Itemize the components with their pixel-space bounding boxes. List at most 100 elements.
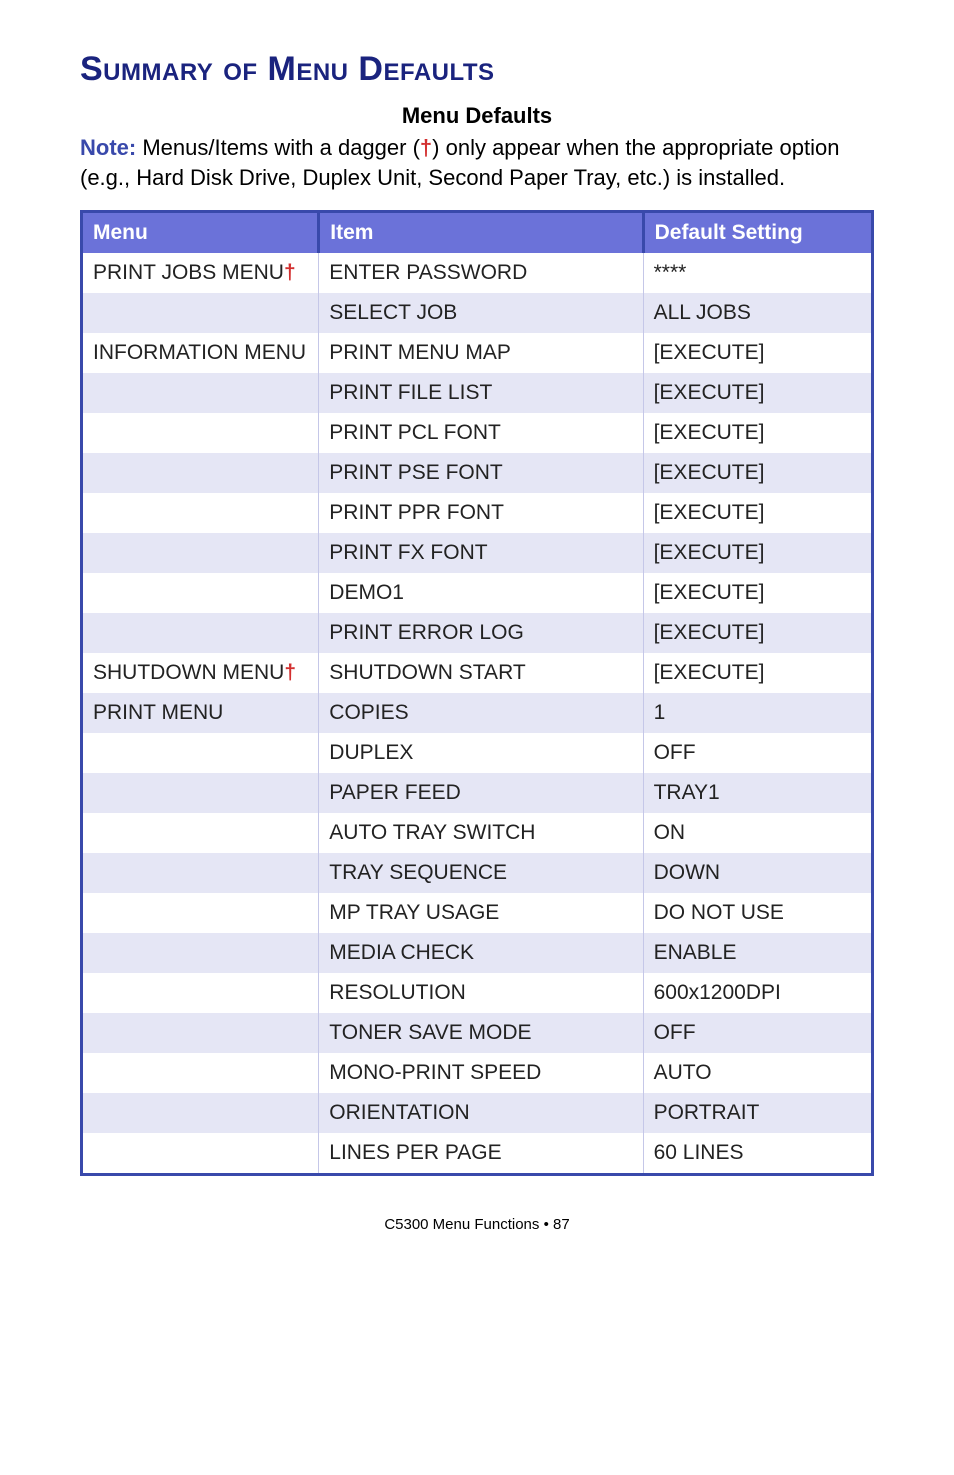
cell-default: [EXECUTE] <box>643 573 872 613</box>
cell-menu-text: PRINT MENU <box>93 701 223 724</box>
cell-default: ON <box>643 813 872 853</box>
page-footer: C5300 Menu Functions • 87 <box>80 1216 874 1233</box>
cell-default: AUTO <box>643 1053 872 1093</box>
cell-menu <box>82 973 319 1013</box>
cell-menu <box>82 853 319 893</box>
cell-menu <box>82 1013 319 1053</box>
table-caption: Menu Defaults <box>80 103 874 129</box>
cell-item: AUTO TRAY SWITCH <box>319 813 643 853</box>
cell-default: 1 <box>643 693 872 733</box>
cell-menu <box>82 573 319 613</box>
cell-default: 60 LINES <box>643 1133 872 1175</box>
cell-menu-text: SHUTDOWN MENU <box>93 661 284 684</box>
col-header-item: Item <box>319 212 643 254</box>
cell-item: COPIES <box>319 693 643 733</box>
cell-default: DO NOT USE <box>643 893 872 933</box>
cell-default: OFF <box>643 1013 872 1053</box>
table-row: PRINT ERROR LOG[EXECUTE] <box>82 613 873 653</box>
table-row: SELECT JOBALL JOBS <box>82 293 873 333</box>
table-row: RESOLUTION600x1200DPI <box>82 973 873 1013</box>
dagger-icon: † <box>420 135 432 160</box>
cell-default: ENABLE <box>643 933 872 973</box>
cell-item: MONO-PRINT SPEED <box>319 1053 643 1093</box>
cell-item: ORIENTATION <box>319 1093 643 1133</box>
table-row: INFORMATION MENU PRINT MENU MAP[EXECUTE] <box>82 333 873 373</box>
cell-menu <box>82 373 319 413</box>
cell-menu-text: PRINT JOBS MENU <box>93 261 284 284</box>
note-label: Note: <box>80 135 136 160</box>
cell-item: PRINT ERROR LOG <box>319 613 643 653</box>
cell-default: ALL JOBS <box>643 293 872 333</box>
table-row: PRINT JOBS MENU†ENTER PASSWORD**** <box>82 253 873 293</box>
cell-menu <box>82 813 319 853</box>
cell-item: DEMO1 <box>319 573 643 613</box>
cell-item: PRINT PCL FONT <box>319 413 643 453</box>
cell-item: DUPLEX <box>319 733 643 773</box>
dagger-icon: † <box>284 261 296 284</box>
cell-default: [EXECUTE] <box>643 453 872 493</box>
table-row: PRINT PSE FONT[EXECUTE] <box>82 453 873 493</box>
cell-item: RESOLUTION <box>319 973 643 1013</box>
cell-item: MEDIA CHECK <box>319 933 643 973</box>
cell-default: OFF <box>643 733 872 773</box>
table-row: SHUTDOWN MENU†SHUTDOWN START[EXECUTE] <box>82 653 873 693</box>
table-row: PAPER FEEDTRAY1 <box>82 773 873 813</box>
cell-default: [EXECUTE] <box>643 413 872 453</box>
cell-item: PRINT FX FONT <box>319 533 643 573</box>
cell-default: 600x1200DPI <box>643 973 872 1013</box>
cell-default: [EXECUTE] <box>643 333 872 373</box>
note-paragraph: Note: Menus/Items with a dagger (†) only… <box>80 133 874 192</box>
table-row: PRINT PCL FONT[EXECUTE] <box>82 413 873 453</box>
col-header-default: Default Setting <box>643 212 872 254</box>
table-row: TONER SAVE MODEOFF <box>82 1013 873 1053</box>
table-row: PRINT PPR FONT[EXECUTE] <box>82 493 873 533</box>
cell-menu: PRINT JOBS MENU† <box>82 253 319 293</box>
cell-item: PRINT MENU MAP <box>319 333 643 373</box>
table-row: MEDIA CHECKENABLE <box>82 933 873 973</box>
cell-item: TRAY SEQUENCE <box>319 853 643 893</box>
cell-menu: INFORMATION MENU <box>82 333 319 373</box>
cell-menu <box>82 733 319 773</box>
cell-default: [EXECUTE] <box>643 493 872 533</box>
table-row: MONO-PRINT SPEEDAUTO <box>82 1053 873 1093</box>
table-row: MP TRAY USAGEDO NOT USE <box>82 893 873 933</box>
col-header-menu: Menu <box>82 212 319 254</box>
page-heading: Summary of Menu Defaults <box>80 50 874 89</box>
table-row: PRINT FX FONT[EXECUTE] <box>82 533 873 573</box>
cell-item: PRINT PSE FONT <box>319 453 643 493</box>
cell-item: TONER SAVE MODE <box>319 1013 643 1053</box>
table-row: PRINT FILE LIST[EXECUTE] <box>82 373 873 413</box>
cell-default: [EXECUTE] <box>643 533 872 573</box>
cell-default: [EXECUTE] <box>643 613 872 653</box>
cell-default: DOWN <box>643 853 872 893</box>
table-row: ORIENTATIONPORTRAIT <box>82 1093 873 1133</box>
cell-default: PORTRAIT <box>643 1093 872 1133</box>
cell-default: [EXECUTE] <box>643 373 872 413</box>
cell-menu <box>82 773 319 813</box>
cell-default: [EXECUTE] <box>643 653 872 693</box>
cell-default: TRAY1 <box>643 773 872 813</box>
cell-item: PAPER FEED <box>319 773 643 813</box>
cell-menu: SHUTDOWN MENU† <box>82 653 319 693</box>
cell-menu <box>82 453 319 493</box>
cell-menu <box>82 533 319 573</box>
cell-item: SELECT JOB <box>319 293 643 333</box>
cell-item: ENTER PASSWORD <box>319 253 643 293</box>
cell-item: MP TRAY USAGE <box>319 893 643 933</box>
cell-default: **** <box>643 253 872 293</box>
cell-menu <box>82 893 319 933</box>
table-row: LINES PER PAGE60 LINES <box>82 1133 873 1175</box>
cell-menu-text: INFORMATION MENU <box>93 341 306 364</box>
cell-item: LINES PER PAGE <box>319 1133 643 1175</box>
table-row: PRINT MENU COPIES1 <box>82 693 873 733</box>
cell-item: PRINT PPR FONT <box>319 493 643 533</box>
table-header-row: Menu Item Default Setting <box>82 212 873 254</box>
cell-item: PRINT FILE LIST <box>319 373 643 413</box>
cell-item: SHUTDOWN START <box>319 653 643 693</box>
table-row: AUTO TRAY SWITCHON <box>82 813 873 853</box>
note-text-1: Menus/Items with a dagger ( <box>136 135 420 160</box>
table-body: PRINT JOBS MENU†ENTER PASSWORD****SELECT… <box>82 253 873 1175</box>
cell-menu <box>82 933 319 973</box>
cell-menu <box>82 293 319 333</box>
cell-menu <box>82 493 319 533</box>
